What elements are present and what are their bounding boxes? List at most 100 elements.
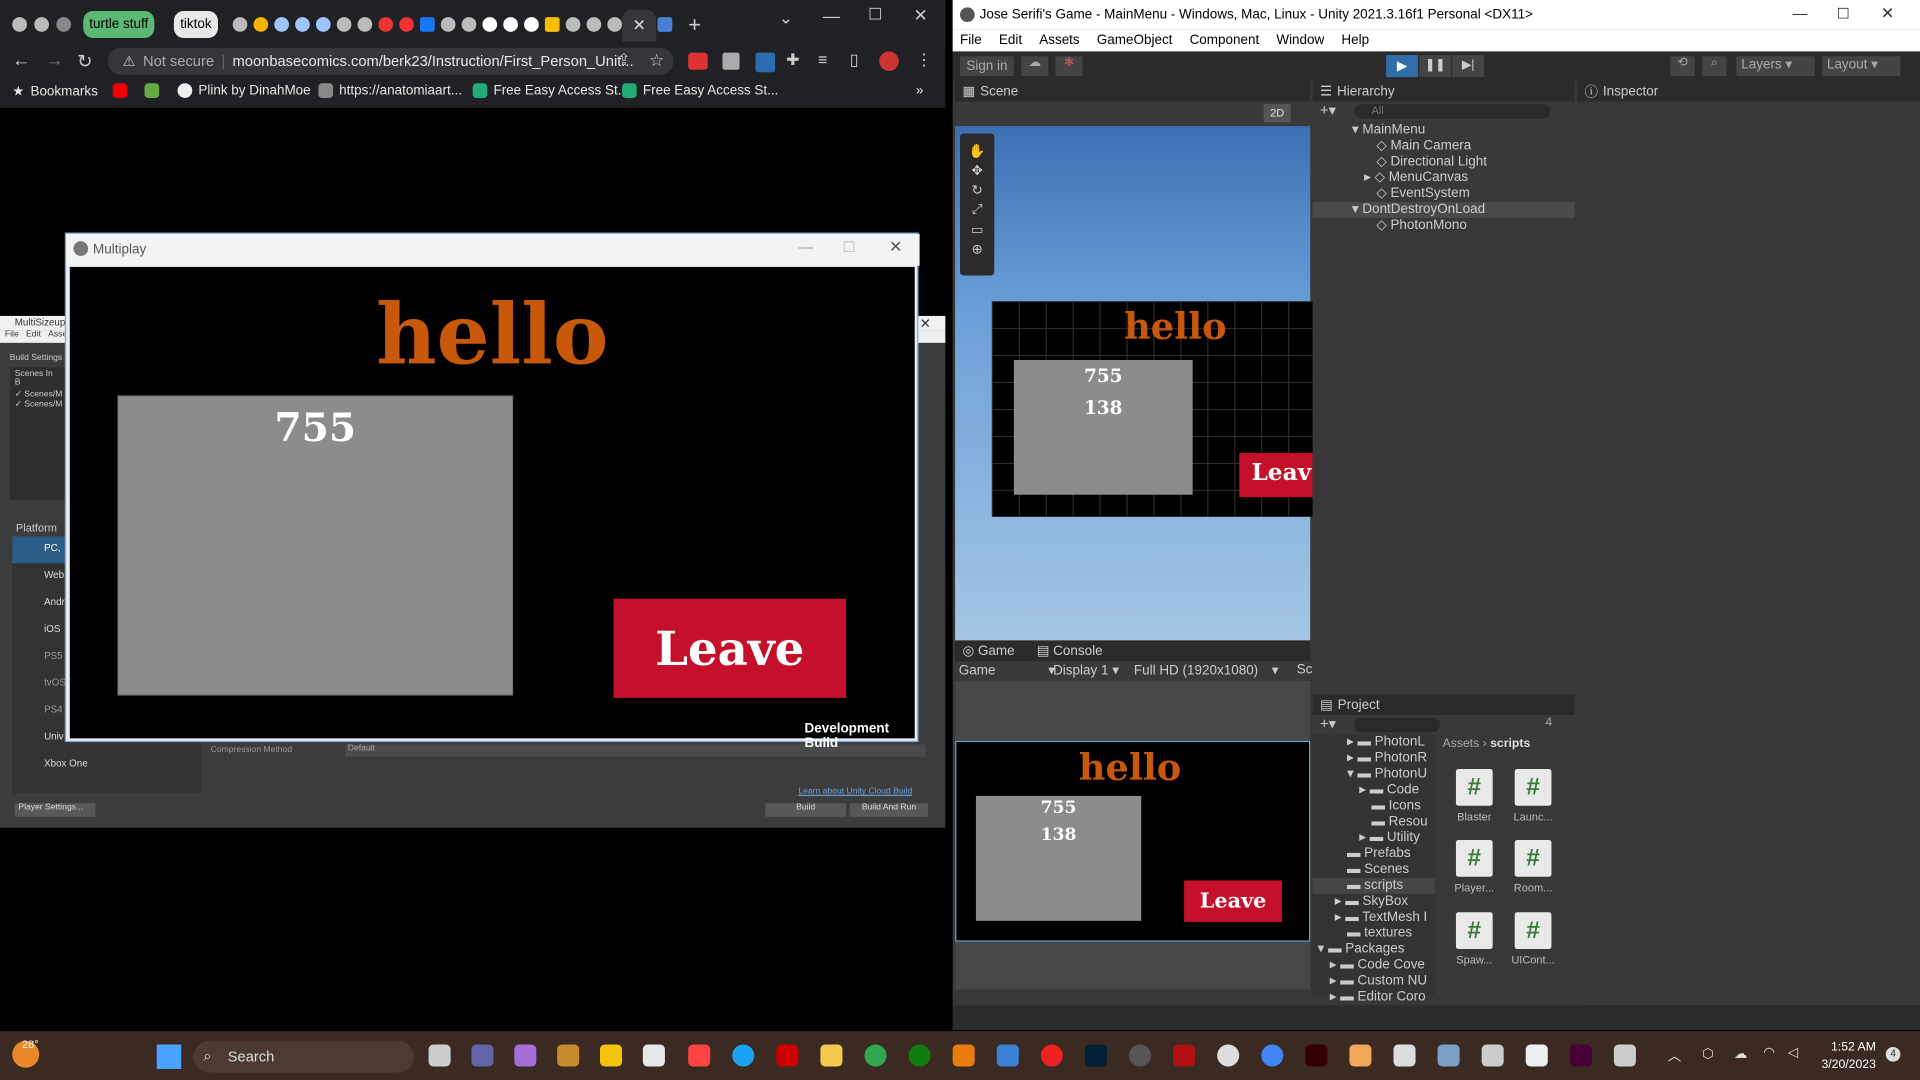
tab-favicon[interactable] [657, 17, 673, 32]
puzzle-icon[interactable]: ✚ [786, 50, 799, 70]
platform-item[interactable]: Xbox One [12, 752, 201, 779]
sidepanel-icon[interactable]: ▯ [850, 50, 859, 70]
tab-favicon[interactable] [336, 17, 352, 32]
inspector-tab[interactable]: ⓘ Inspector [1577, 80, 1920, 102]
search-icon[interactable]: ⌕ [1702, 56, 1727, 76]
wifi-icon[interactable]: ◠ [1763, 1044, 1775, 1061]
pause-button[interactable]: ❚❚ [1419, 55, 1452, 78]
project-tab[interactable]: ▤ Project [1312, 694, 1575, 716]
tab-favicon[interactable] [544, 17, 560, 32]
tab-favicon[interactable] [565, 17, 581, 32]
menu-file[interactable]: File [5, 331, 19, 343]
avatar[interactable] [879, 51, 899, 72]
game-leave-button[interactable]: Leave [1184, 880, 1283, 923]
folder-item-scripts[interactable]: ▬ scripts [1312, 877, 1436, 894]
volume-icon[interactable]: ◁ [1788, 1044, 1798, 1061]
illustrator-icon[interactable] [1305, 1044, 1328, 1067]
move-tool-icon[interactable]: ✥ [960, 163, 994, 179]
folder-item[interactable]: ▬ Scenes [1313, 862, 1435, 878]
folder-item[interactable]: ▬ Resou [1313, 814, 1435, 830]
mcafee-icon[interactable] [776, 1044, 799, 1067]
tab-favicon[interactable] [315, 17, 331, 32]
onedrive-icon[interactable]: ☁ [1734, 1046, 1747, 1062]
folder-item[interactable]: ▸ ▬ TextMesh I [1313, 910, 1435, 926]
minimize-icon[interactable]: — [823, 6, 840, 26]
task-view-icon[interactable] [428, 1044, 451, 1067]
youtube-bookmark[interactable] [112, 83, 128, 98]
close-icon[interactable]: ✕ [920, 316, 931, 332]
maximize-icon[interactable]: ☐ [842, 239, 855, 256]
bookmark-free-easy-2[interactable]: Free Easy Access St... [622, 83, 778, 98]
folder-item[interactable]: ▬ textures [1313, 926, 1435, 942]
chevron-down-icon[interactable]: ⌄ [779, 7, 793, 28]
tab-favicon[interactable] [295, 17, 310, 32]
hierarchy-item[interactable]: ▸ ◇ MenuCanvas [1313, 170, 1575, 186]
step-button[interactable]: ▶| [1452, 55, 1485, 78]
hierarchy-item[interactable]: ◇ Main Camera [1313, 138, 1575, 154]
hierarchy-item-dontdestroyonload[interactable]: ▾ DontDestroyOnLoad [1312, 202, 1575, 218]
scene-view[interactable]: ✋ ✥ ↻ ⤢ ▭ ⊕ hello 755 138 Leav [955, 126, 1313, 641]
teams-icon[interactable] [471, 1044, 494, 1067]
tab-favicon[interactable] [56, 17, 72, 32]
app-icon[interactable] [1437, 1044, 1460, 1067]
store-icon[interactable] [642, 1044, 665, 1067]
folder-item[interactable]: ▸ ▬ Editor Coro [1313, 989, 1435, 1005]
app-icon[interactable] [1128, 1044, 1152, 1067]
star-icon[interactable]: ☆ [649, 50, 664, 71]
scene-tab[interactable]: ▦ Scene [955, 80, 1311, 102]
transform-tool-icon[interactable]: ⊕ [960, 241, 994, 257]
script-asset[interactable]: # Blaster [1447, 768, 1501, 823]
menu-assets[interactable]: Assets [1039, 33, 1079, 48]
adblock-icon[interactable] [688, 52, 708, 70]
dreamweaver-icon[interactable] [1569, 1044, 1592, 1067]
app-icon[interactable] [1393, 1044, 1416, 1067]
chrome-icon[interactable] [12, 17, 27, 32]
folder-item[interactable]: ▸ ▬ Code [1313, 782, 1435, 798]
minimize-icon[interactable]: — [1793, 5, 1808, 22]
folder-item[interactable]: ▬ Prefabs [1313, 846, 1435, 862]
game-canvas[interactable]: hello 755 138 Leave [955, 740, 1311, 942]
unity-hub-icon[interactable] [1481, 1044, 1504, 1067]
script-asset[interactable]: # Player... [1447, 840, 1501, 894]
build-button[interactable]: Build [765, 803, 847, 817]
app-icon[interactable] [732, 1044, 755, 1067]
app-icon[interactable] [557, 1044, 580, 1067]
xbox-icon[interactable] [908, 1044, 931, 1067]
extension-icon[interactable] [755, 52, 776, 73]
script-asset[interactable]: # Launc... [1506, 768, 1560, 823]
rotate-tool-icon[interactable]: ↻ [960, 182, 994, 199]
tab-favicon[interactable] [503, 17, 518, 32]
collab-icon[interactable]: ✱ [1055, 56, 1083, 76]
app-icon[interactable] [688, 1044, 711, 1067]
app-icon[interactable] [600, 1044, 623, 1067]
folder-item[interactable]: ▸ ▬ Code Cove [1313, 958, 1435, 974]
menu-gameobject[interactable]: GameObject [1097, 33, 1173, 48]
hierarchy-tab[interactable]: ☰ Hierarchy [1312, 80, 1575, 102]
tab-group-tiktok[interactable]: tiktok [173, 11, 218, 38]
notification-badge[interactable]: 4 [1885, 1046, 1901, 1062]
close-icon[interactable]: ✕ [889, 238, 902, 258]
tab-favicon[interactable] [607, 17, 623, 32]
playlist-icon[interactable]: ≡ [818, 50, 827, 68]
start-icon[interactable] [156, 1044, 182, 1069]
address-bar[interactable]: ⚠ Not secure | moonbasecomics.com/berk23… [107, 47, 674, 75]
clock-date[interactable]: 3/20/2023 [1810, 1058, 1875, 1071]
chevron-up-icon[interactable]: ︿ [1668, 1046, 1681, 1066]
bookmarks-folder[interactable]: ★ Bookmarks [12, 83, 98, 99]
player-settings-button[interactable]: Player Settings... [14, 803, 96, 817]
scene-item[interactable]: ✓ Scenes/M [10, 399, 65, 409]
add-icon[interactable]: +▾ [1320, 102, 1336, 119]
tab-favicon[interactable] [482, 17, 498, 32]
photoshop-icon[interactable] [1084, 1044, 1107, 1067]
folder-item[interactable]: ▾ ▬ PhotonU [1313, 767, 1435, 783]
reload-icon[interactable]: ↻ [77, 50, 92, 72]
app-icon[interactable] [1040, 1044, 1063, 1067]
cloud-icon[interactable]: ☁ [1021, 56, 1049, 76]
layout-dropdown[interactable]: Layout ▾ [1822, 56, 1901, 76]
forward-icon[interactable]: → [45, 50, 63, 71]
tab-favicon[interactable] [274, 17, 289, 32]
tab-favicon[interactable] [253, 17, 269, 32]
menu-edit[interactable]: Edit [999, 33, 1022, 48]
minimize-icon[interactable]: — [798, 239, 813, 256]
app-icon[interactable] [1217, 1044, 1240, 1067]
